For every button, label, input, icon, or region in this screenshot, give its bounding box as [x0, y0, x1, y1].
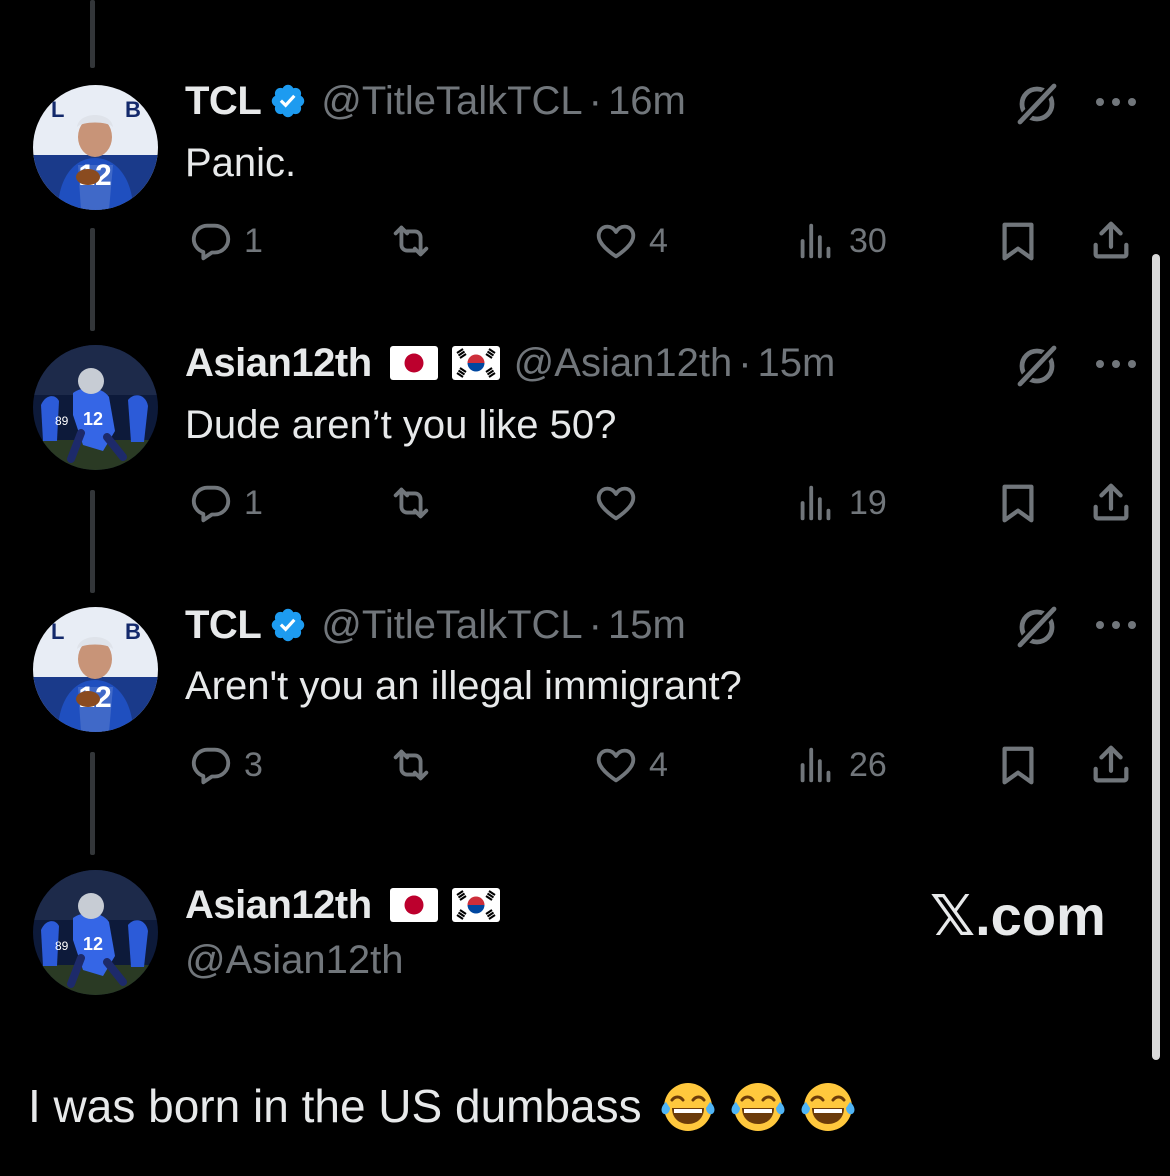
share-button[interactable]	[1088, 213, 1134, 269]
south-korea-flag-icon	[452, 346, 500, 380]
reply-count: 1	[244, 483, 263, 522]
tweet-actions: 3 4 26	[0, 737, 1170, 793]
heart-icon	[593, 480, 639, 526]
like-button[interactable]: 4	[593, 213, 668, 269]
user-handle[interactable]: @TitleTalkTCL	[321, 78, 582, 124]
reply-icon	[188, 480, 234, 526]
timestamp[interactable]: 15m	[608, 602, 686, 648]
thread-line	[90, 0, 95, 68]
tweet-text: Dude aren’t you like 50?	[185, 403, 617, 447]
tears-of-joy-emoji	[730, 1078, 786, 1134]
tears-of-joy-emoji	[660, 1078, 716, 1134]
share-button[interactable]	[1088, 475, 1134, 531]
x-com-watermark: 𝕏.com	[930, 884, 1106, 947]
verified-badge-icon[interactable]	[269, 82, 307, 120]
composer-header: Asian12th	[185, 882, 500, 928]
verified-badge-icon[interactable]	[269, 606, 307, 644]
view-count: 19	[849, 483, 887, 522]
grok-icon[interactable]	[1013, 603, 1061, 651]
avatar-image	[33, 345, 158, 470]
bookmark-button[interactable]	[995, 737, 1041, 793]
bookmark-button[interactable]	[995, 213, 1041, 269]
views-icon	[793, 480, 839, 526]
separator-dot: ·	[588, 603, 602, 647]
user-handle[interactable]: @Asian12th	[514, 340, 733, 386]
display-name[interactable]: TCL	[185, 602, 262, 648]
views-button[interactable]: 26	[793, 737, 887, 793]
bookmark-icon	[995, 742, 1041, 788]
reply-count: 1	[244, 221, 263, 260]
repost-button[interactable]	[388, 475, 444, 531]
japan-flag-icon	[390, 346, 438, 380]
views-button[interactable]: 19	[793, 475, 887, 531]
view-count: 26	[849, 745, 887, 784]
repost-icon	[388, 218, 434, 264]
like-count: 4	[649, 745, 668, 784]
tweet-actions: 1 19	[0, 475, 1170, 531]
reply-icon	[188, 742, 234, 788]
avatar[interactable]	[33, 870, 158, 995]
like-count: 4	[649, 221, 668, 260]
views-icon	[793, 742, 839, 788]
south-korea-flag-icon	[452, 888, 500, 922]
share-icon	[1088, 742, 1134, 788]
reply-button[interactable]: 1	[188, 213, 263, 269]
views-button[interactable]: 30	[793, 213, 887, 269]
avatar-image	[33, 870, 158, 995]
more-options-icon[interactable]	[1093, 95, 1139, 109]
tweet-text: Panic.	[185, 141, 297, 185]
grok-icon[interactable]	[1013, 342, 1061, 390]
screenshot: TCL @TitleTalkTCL · 16m Panic. 1 4 30 As…	[0, 0, 1170, 1176]
reply-icon	[188, 218, 234, 264]
separator-dot: ·	[738, 341, 752, 385]
view-count: 30	[849, 221, 887, 260]
tweet-text: Aren't you an illegal immigrant?	[185, 664, 742, 708]
like-button[interactable]	[593, 475, 649, 531]
bookmark-icon	[995, 218, 1041, 264]
like-button[interactable]: 4	[593, 737, 668, 793]
share-icon	[1088, 480, 1134, 526]
views-icon	[793, 218, 839, 264]
repost-icon	[388, 480, 434, 526]
bookmark-icon	[995, 480, 1041, 526]
reply-button[interactable]: 3	[188, 737, 263, 793]
grok-icon[interactable]	[1013, 80, 1061, 128]
display-name[interactable]: Asian12th	[185, 340, 372, 386]
reply-text: I was born in the US dumbass	[28, 1078, 856, 1134]
timestamp[interactable]: 16m	[608, 78, 686, 124]
bookmark-button[interactable]	[995, 475, 1041, 531]
reply-text-content: I was born in the US dumbass	[28, 1080, 642, 1132]
repost-icon	[388, 742, 434, 788]
heart-icon	[593, 742, 639, 788]
japan-flag-icon	[390, 888, 438, 922]
display-name[interactable]: TCL	[185, 78, 262, 124]
share-icon	[1088, 218, 1134, 264]
avatar[interactable]	[33, 607, 158, 732]
repost-button[interactable]	[388, 213, 444, 269]
tweet-actions: 1 4 30	[0, 213, 1170, 269]
tweet-header: TCL @TitleTalkTCL · 15m	[185, 602, 686, 648]
more-options-icon[interactable]	[1093, 357, 1139, 371]
avatar-image	[33, 607, 158, 732]
tweet-header: Asian12th @Asian12th · 15m	[185, 340, 835, 386]
tweet-header: TCL @TitleTalkTCL · 16m	[185, 78, 686, 124]
heart-icon	[593, 218, 639, 264]
display-name[interactable]: Asian12th	[185, 882, 372, 928]
avatar[interactable]	[33, 345, 158, 470]
share-button[interactable]	[1088, 737, 1134, 793]
tears-of-joy-emoji	[800, 1078, 856, 1134]
timestamp[interactable]: 15m	[758, 340, 836, 386]
reply-button[interactable]: 1	[188, 475, 263, 531]
more-options-icon[interactable]	[1093, 618, 1139, 632]
separator-dot: ·	[588, 79, 602, 123]
reply-count: 3	[244, 745, 263, 784]
user-handle[interactable]: @TitleTalkTCL	[321, 602, 582, 648]
avatar[interactable]	[33, 85, 158, 210]
avatar-image	[33, 85, 158, 210]
repost-button[interactable]	[388, 737, 444, 793]
user-handle[interactable]: @Asian12th	[185, 937, 404, 983]
scrollbar[interactable]	[1152, 254, 1160, 1060]
